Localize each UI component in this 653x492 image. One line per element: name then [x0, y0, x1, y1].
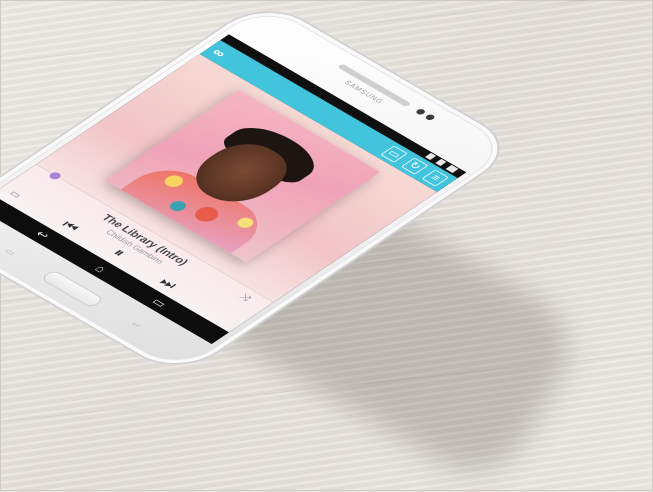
wifi-icon [424, 152, 437, 160]
cast-icon[interactable]: ▭ [380, 145, 408, 163]
menu-icon[interactable]: ≡ [421, 169, 450, 187]
phone-scene: SAMSUNG ∞ ▭ ↻ ≡ The Library (Intro) Chil… [0, 0, 653, 492]
next-button[interactable]: ⏭ [155, 275, 181, 292]
pause-button[interactable]: ⏸ [108, 246, 129, 260]
repeat-icon[interactable]: ▭ [4, 188, 26, 202]
previous-button[interactable]: ⏮ [57, 218, 83, 235]
refresh-icon[interactable]: ↻ [400, 157, 429, 175]
signal-icon [435, 158, 447, 166]
